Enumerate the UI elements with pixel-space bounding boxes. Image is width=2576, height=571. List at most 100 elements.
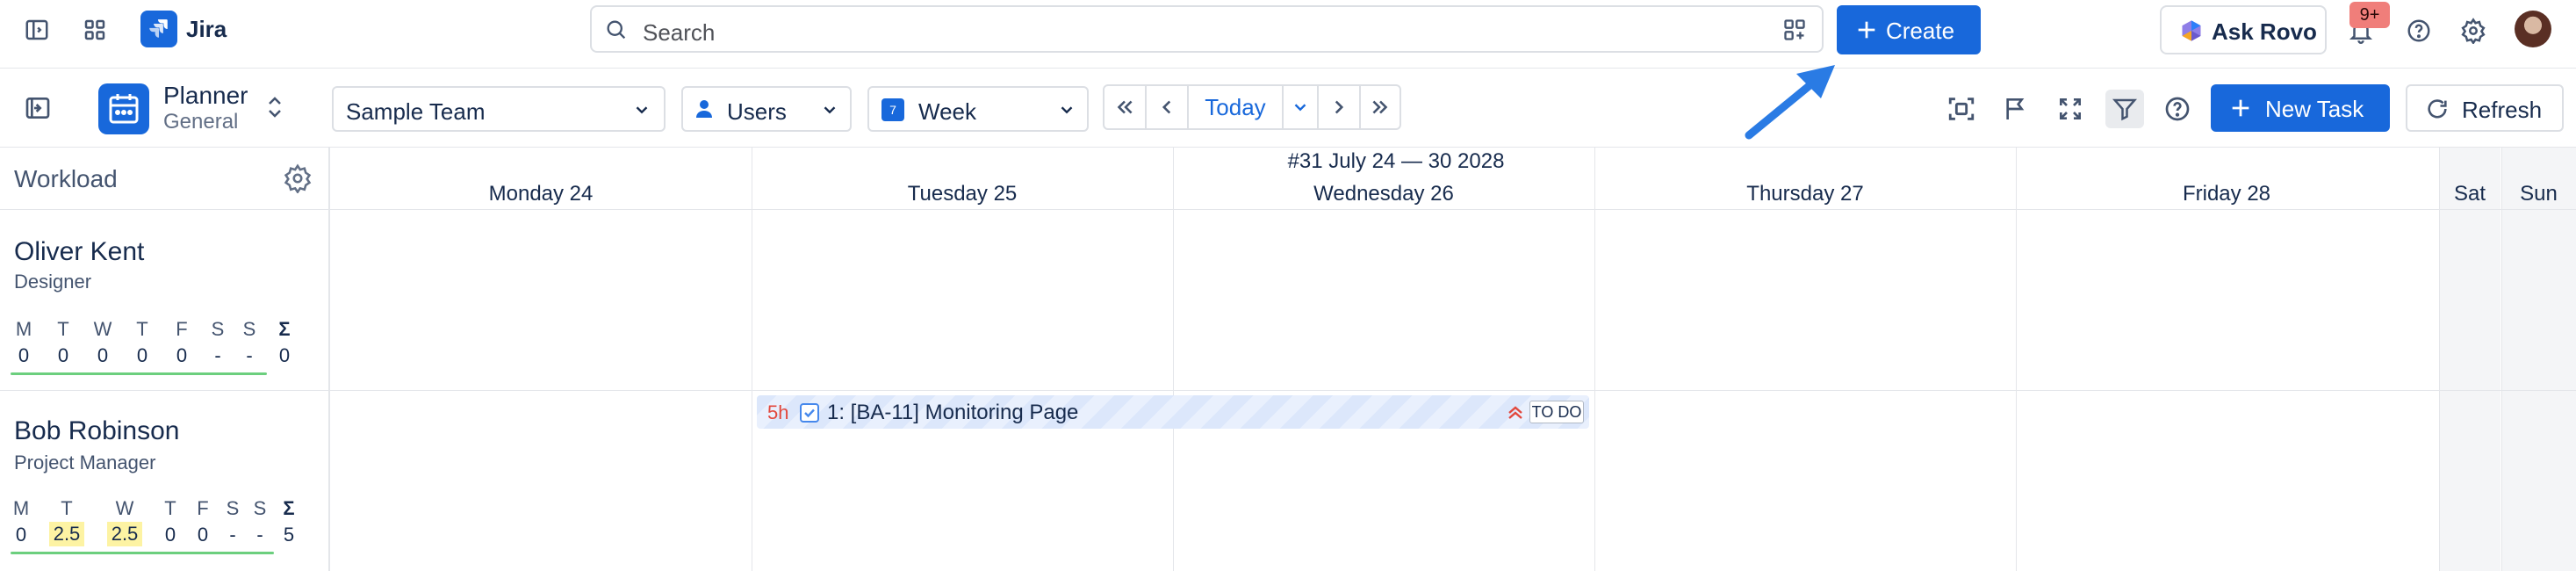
chevron-down-icon <box>820 100 839 119</box>
column-divider <box>1173 148 1174 571</box>
calendar-icon <box>98 83 149 134</box>
help-icon[interactable] <box>2404 16 2434 46</box>
column-divider <box>2439 148 2440 571</box>
person-name[interactable]: Bob Robinson <box>14 416 179 446</box>
workload-day-letter: S <box>211 318 225 340</box>
flag-icon[interactable] <box>1998 91 2033 126</box>
gear-icon[interactable] <box>2458 16 2488 46</box>
period-select[interactable]: 7 Week <box>867 86 1089 132</box>
workload-day-letter: T <box>164 497 176 519</box>
day-header-saturday: Sat <box>2453 182 2486 206</box>
planner-title[interactable]: Planner <box>163 82 248 110</box>
chevron-left-icon[interactable] <box>1147 86 1189 128</box>
avatar[interactable] <box>2515 11 2551 47</box>
row-divider <box>0 209 2576 210</box>
weekend-column-sat <box>2439 148 2500 571</box>
help-icon[interactable] <box>2160 91 2195 126</box>
period-select-value: Week <box>918 98 976 125</box>
chevron-down-icon <box>1057 100 1076 119</box>
search-placeholder: Search <box>643 19 716 46</box>
workload-value: 0 <box>97 344 109 366</box>
gear-icon[interactable] <box>281 162 314 195</box>
workload-day-letter: S <box>242 318 256 340</box>
workload-underline <box>11 552 274 554</box>
chevron-up-down-icon[interactable] <box>262 91 288 123</box>
chevron-down-icon <box>632 100 651 119</box>
day-header-monday: Monday 24 <box>488 182 594 206</box>
workload-value: 0 <box>18 344 30 366</box>
calendar-icon: 7 <box>881 98 904 121</box>
workload-value: - <box>229 524 236 546</box>
workload-day-letter: T <box>57 318 69 340</box>
workload-total: 0 <box>278 344 291 366</box>
day-header-wednesday: Wednesday 26 <box>1313 182 1454 206</box>
workload-total-symbol: Σ <box>283 497 295 519</box>
workload-day-letter: T <box>61 497 73 519</box>
person-role: Designer <box>14 271 92 293</box>
workload-total: 5 <box>283 524 295 546</box>
ask-rovo-label: Ask Rovo <box>2212 18 2317 45</box>
filter-icon[interactable] <box>2105 90 2144 128</box>
workload-value: 0 <box>176 344 188 366</box>
workload-underline <box>11 372 267 375</box>
chevron-right-icon[interactable] <box>1319 86 1361 128</box>
task-status-badge: TO DO <box>1529 401 1584 423</box>
row-divider <box>0 390 2576 391</box>
refresh-icon <box>2425 97 2450 121</box>
fullscreen-icon[interactable] <box>2053 91 2088 126</box>
refresh-button[interactable]: Refresh <box>2406 84 2564 132</box>
weekend-column-sun <box>2501 148 2576 571</box>
users-select[interactable]: Users <box>681 86 852 132</box>
workload-day-letter: M <box>12 497 30 519</box>
double-chevron-left-icon[interactable] <box>1105 86 1147 128</box>
workload-day-letter: S <box>226 497 240 519</box>
workload-day-letter: W <box>115 497 134 519</box>
refresh-label: Refresh <box>2462 97 2543 123</box>
search-icon <box>604 18 629 42</box>
screenshot-icon[interactable] <box>1944 91 1979 126</box>
search-filter-icon[interactable] <box>1782 18 1807 42</box>
task-bar[interactable]: 5h 1: [BA-11] Monitoring Page TO DO <box>757 395 1589 429</box>
panel-toggle-icon[interactable] <box>23 93 53 123</box>
app-name[interactable]: Jira <box>186 16 227 43</box>
new-task-label: New Task <box>2265 96 2364 122</box>
workload-total-symbol: Σ <box>278 318 291 340</box>
jira-logo-icon[interactable] <box>140 11 177 47</box>
period-icon-day: 7 <box>889 103 896 117</box>
workload-value: - <box>214 344 221 366</box>
plus-icon <box>1854 18 1879 42</box>
create-button[interactable]: Create <box>1837 5 1981 54</box>
team-select[interactable]: Sample Team <box>332 86 666 132</box>
workload-value: - <box>256 524 263 546</box>
workload-value: 0 <box>57 344 69 366</box>
person-role: Project Manager <box>14 452 156 473</box>
search-input[interactable]: Search <box>590 5 1824 53</box>
workload-day-letter: M <box>15 318 32 340</box>
column-divider <box>1594 148 1595 571</box>
workload-label: Workload <box>14 165 118 192</box>
today-label: Today <box>1205 93 1266 120</box>
ask-rovo-button[interactable]: Ask Rovo <box>2160 5 2327 54</box>
app-switcher-icon[interactable] <box>81 16 109 44</box>
workload-day-letter: T <box>136 318 148 340</box>
day-header-sunday: Sun <box>2520 182 2558 206</box>
workload-day-letter: S <box>253 497 267 519</box>
workload-value: - <box>246 344 253 366</box>
date-navigation: Today <box>1103 84 1401 130</box>
task-hours: 5h <box>767 401 789 423</box>
planner-subtitle: General <box>163 110 239 134</box>
sidebar-toggle-icon[interactable] <box>23 16 51 44</box>
double-chevron-right-icon[interactable] <box>1361 86 1400 128</box>
person-name[interactable]: Oliver Kent <box>14 237 144 267</box>
workload-day-letter: F <box>197 497 209 519</box>
column-divider <box>2501 148 2502 571</box>
create-label: Create <box>1886 18 1955 44</box>
chevron-down-icon[interactable] <box>1284 86 1319 128</box>
week-label: #31 July 24 — 30 2028 <box>1287 149 1505 173</box>
task-title: 1: [BA-11] Monitoring Page <box>827 401 1079 424</box>
workload-value: 0 <box>15 524 27 546</box>
today-button[interactable]: Today <box>1189 86 1284 128</box>
user-icon <box>694 98 715 119</box>
priority-high-icon <box>1505 402 1526 423</box>
new-task-button[interactable]: New Task <box>2211 84 2390 132</box>
